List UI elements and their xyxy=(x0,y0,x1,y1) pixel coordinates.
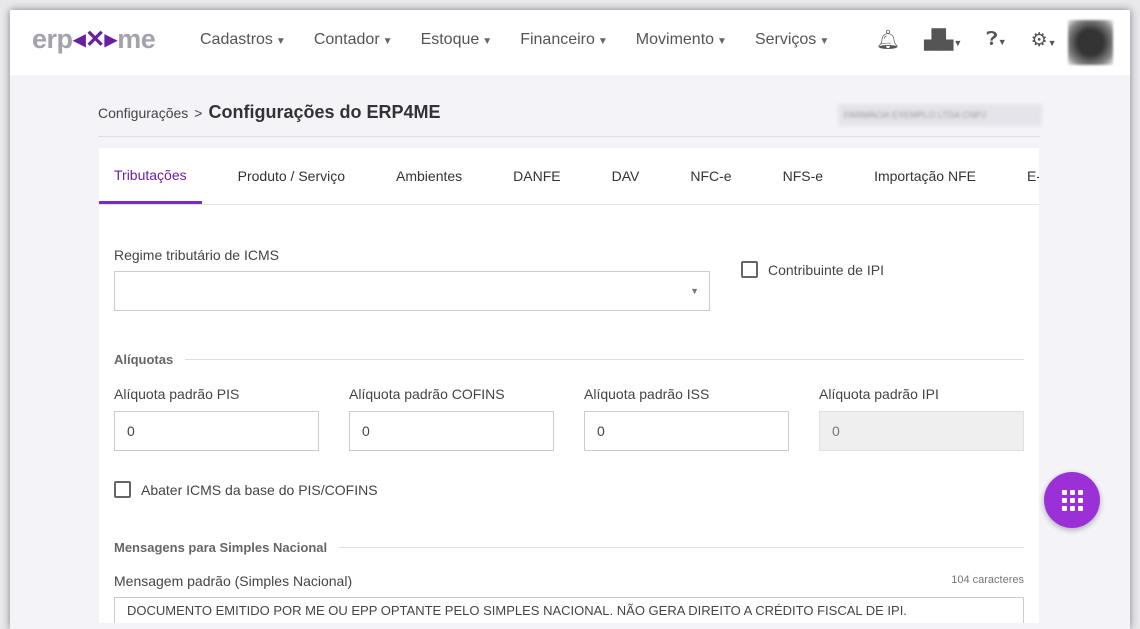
mensagens-section-title: Mensagens para Simples Nacional xyxy=(114,540,1024,555)
tab-ambientes[interactable]: Ambientes xyxy=(381,148,477,204)
cofins-input[interactable]: 0 xyxy=(349,411,554,451)
app-window: erp ◂✕▸ me Cadastros ▼ Contador ▼ Estoque ▼ F… xyxy=(10,10,1130,629)
tab-produto-servico[interactable]: Produto / Serviço xyxy=(223,148,360,204)
pis-input[interactable]: 0 xyxy=(114,411,319,451)
tab-email[interactable]: E-mail xyxy=(1012,148,1039,204)
chevron-down-icon: ▼ xyxy=(690,286,699,296)
main-nav: Cadastros ▼ Contador ▼ Estoque ▼ Financeiro… xyxy=(200,31,829,49)
tab-importacao-nfe[interactable]: Importação NFE xyxy=(859,148,991,204)
user-avatar[interactable] xyxy=(1068,20,1113,65)
tab-nfce[interactable]: NFC-e xyxy=(675,148,746,204)
gear-icon[interactable]: ⚙▼ xyxy=(1031,29,1057,52)
contribuinte-ipi-checkbox[interactable]: Contribuinte de IPI xyxy=(741,261,884,278)
breadcrumb: Configurações > Configurações do ERP4ME xyxy=(98,102,441,123)
ipi-input: 0 xyxy=(819,411,1024,451)
divider xyxy=(98,136,1040,137)
mensagem-textarea[interactable]: DOCUMENTO EMITIDO POR ME OU EPP OPTANTE … xyxy=(114,597,1024,623)
breadcrumb-parent[interactable]: Configurações xyxy=(98,105,188,121)
page-title: Configurações do ERP4ME xyxy=(208,102,441,122)
checkbox-icon xyxy=(114,481,131,498)
tab-bar: Tributações Produto / Serviço Ambientes … xyxy=(99,148,1039,205)
tab-danfe[interactable]: DANFE xyxy=(498,148,575,204)
top-navbar: erp ◂✕▸ me Cadastros ▼ Contador ▼ Estoque ▼ F… xyxy=(10,10,1130,75)
checkbox-icon xyxy=(741,261,758,278)
regime-label: Regime tributário de ICMS xyxy=(114,247,279,263)
nav-estoque[interactable]: Estoque ▼ xyxy=(421,31,493,49)
iss-label: Alíquota padrão ISS xyxy=(584,386,710,402)
tab-dav[interactable]: DAV xyxy=(597,148,655,204)
ipi-label: Alíquota padrão IPI xyxy=(819,386,939,402)
header-icons: 🔔︎ ▟▙▼ ❓︎▼ ⚙▼ xyxy=(876,28,1057,52)
abater-icms-checkbox[interactable]: Abater ICMS da base do PIS/COFINS xyxy=(114,481,378,498)
help-icon[interactable]: ❓︎▼ xyxy=(986,29,1006,51)
boxes-icon[interactable]: ▟▙▼ xyxy=(924,29,962,52)
nav-financeiro[interactable]: Financeiro ▼ xyxy=(520,31,608,49)
aliquotas-section-title: Alíquotas xyxy=(114,352,1024,367)
breadcrumb-separator: > xyxy=(194,105,203,121)
apps-menu-button[interactable] xyxy=(1044,472,1100,528)
cofins-label: Alíquota padrão COFINS xyxy=(349,386,505,402)
pis-label: Alíquota padrão PIS xyxy=(114,386,240,402)
tab-tributacoes[interactable]: Tributações xyxy=(99,148,202,204)
erp4me-logo[interactable]: erp ◂✕▸ me xyxy=(32,24,156,55)
tab-nfse[interactable]: NFS-e xyxy=(768,148,838,204)
character-count: 104 caracteres xyxy=(951,574,1024,586)
company-name: FARMÁCIA EXEMPLO LTDA CNPJ xyxy=(838,104,1042,126)
nav-cadastros[interactable]: Cadastros ▼ xyxy=(200,31,286,49)
logo-text: erp xyxy=(32,24,73,54)
logo-text: me xyxy=(117,24,156,54)
nav-servicos[interactable]: Serviços ▼ xyxy=(755,31,829,49)
nav-contador[interactable]: Contador ▼ xyxy=(314,31,393,49)
nav-movimento[interactable]: Movimento ▼ xyxy=(636,31,727,49)
iss-input[interactable]: 0 xyxy=(584,411,789,451)
settings-card: Tributações Produto / Serviço Ambientes … xyxy=(99,148,1039,623)
regime-select[interactable]: ▼ xyxy=(114,271,710,311)
bell-icon[interactable]: 🔔︎ xyxy=(876,28,900,52)
logo-mark-icon: ◂✕▸ xyxy=(73,26,117,53)
mensagem-label: Mensagem padrão (Simples Nacional) xyxy=(114,573,353,589)
